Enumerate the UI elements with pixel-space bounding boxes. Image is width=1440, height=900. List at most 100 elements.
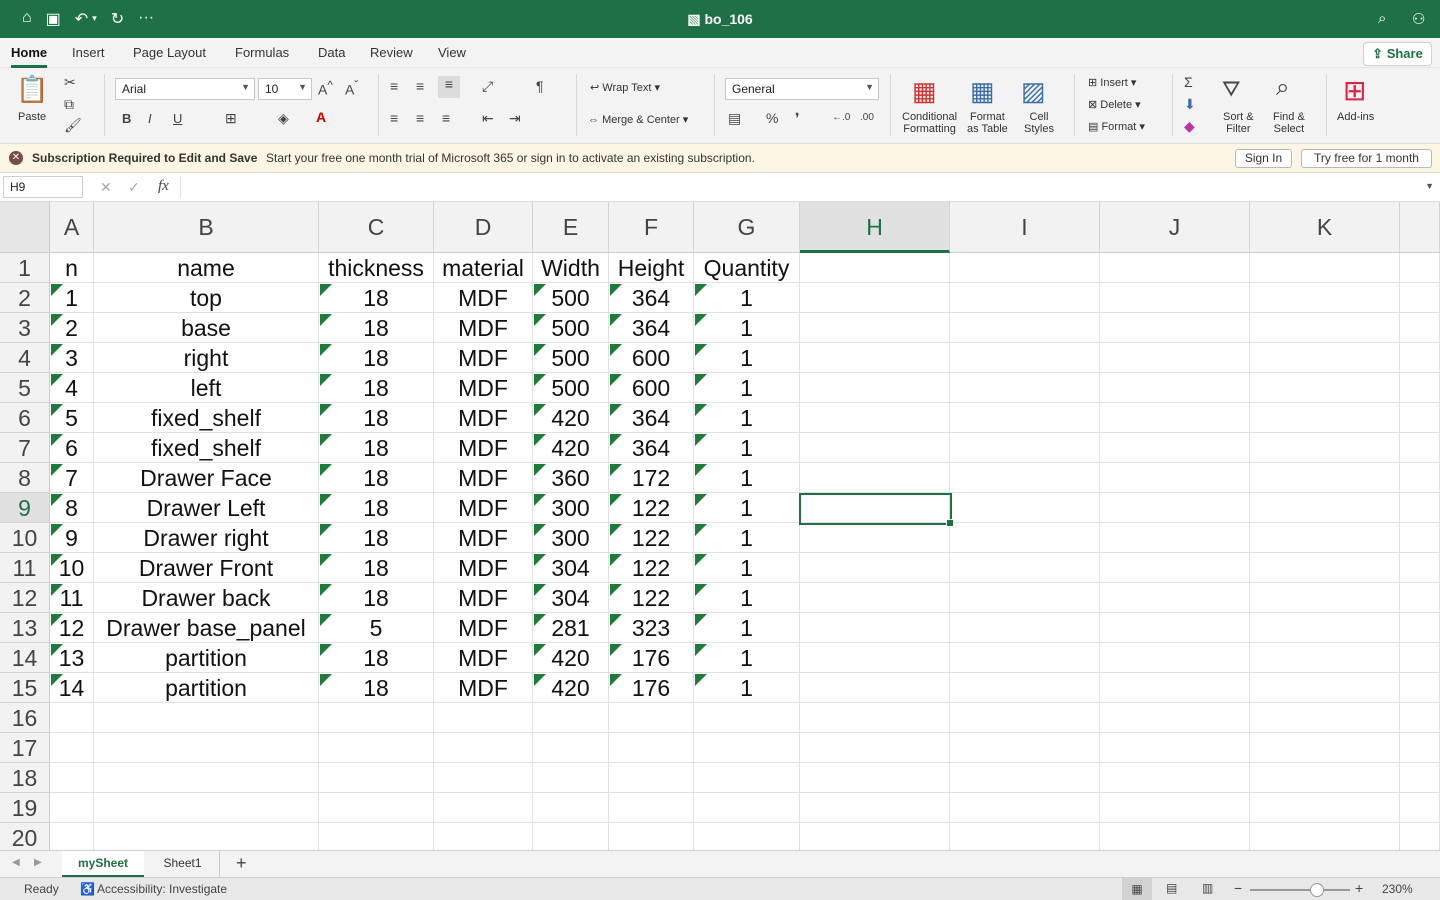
row-header-11[interactable]: 11 — [0, 553, 50, 583]
cell[interactable] — [1250, 703, 1400, 733]
table-cell[interactable]: 420 — [533, 403, 609, 433]
add-ins-icon[interactable]: ⊞ — [1343, 74, 1366, 107]
cell[interactable] — [800, 283, 950, 313]
share-button[interactable]: ⇪ Share — [1363, 42, 1432, 66]
cell[interactable] — [1400, 283, 1440, 313]
normal-view-icon[interactable]: ▦ — [1122, 878, 1152, 900]
cell[interactable] — [1400, 793, 1440, 823]
table-cell[interactable]: 1 — [694, 343, 800, 373]
table-cell[interactable]: 2 — [50, 313, 94, 343]
table-cell[interactable]: Drawer base_panel — [94, 613, 319, 643]
cell[interactable] — [434, 733, 533, 763]
table-cell[interactable]: 323 — [609, 613, 694, 643]
cell[interactable] — [1100, 703, 1250, 733]
table-cell[interactable]: 1 — [694, 613, 800, 643]
column-header-d[interactable]: D — [434, 202, 533, 253]
table-cell[interactable]: 360 — [533, 463, 609, 493]
table-cell[interactable]: MDF — [434, 403, 533, 433]
table-cell[interactable]: 8 — [50, 493, 94, 523]
accessibility-status[interactable]: Accessibility: Investigate — [97, 882, 227, 896]
cell[interactable] — [800, 373, 950, 403]
increase-decimal-icon[interactable]: ←.0 — [832, 112, 850, 123]
search-icon[interactable]: ⌕ — [1378, 10, 1386, 27]
cell[interactable] — [1400, 253, 1440, 283]
cell[interactable] — [1100, 373, 1250, 403]
table-cell[interactable]: 364 — [609, 313, 694, 343]
cell[interactable] — [50, 793, 94, 823]
table-cell[interactable]: 122 — [609, 583, 694, 613]
column-header-k[interactable]: K — [1250, 202, 1400, 253]
cell[interactable] — [533, 733, 609, 763]
table-cell[interactable]: 1 — [694, 673, 800, 703]
cell[interactable] — [1400, 463, 1440, 493]
copy-icon[interactable]: ⧉ — [64, 96, 74, 113]
row-header-3[interactable]: 3 — [0, 313, 50, 343]
table-cell[interactable]: 18 — [319, 313, 434, 343]
table-cell[interactable]: MDF — [434, 313, 533, 343]
paste-icon[interactable]: 📋 — [16, 74, 48, 105]
header-cell[interactable]: name — [94, 253, 319, 283]
decrease-indent-icon[interactable]: ⇤ — [482, 110, 494, 127]
cell[interactable] — [1250, 643, 1400, 673]
cell[interactable] — [1100, 673, 1250, 703]
cell[interactable] — [1400, 763, 1440, 793]
wrap-text-button[interactable]: ↩ Wrap Text ▾ — [590, 82, 660, 94]
cell[interactable] — [609, 823, 694, 850]
row-header-4[interactable]: 4 — [0, 343, 50, 373]
font-name-select[interactable]: Arial ▼ — [115, 78, 255, 100]
header-cell[interactable]: material — [434, 253, 533, 283]
cell[interactable] — [950, 673, 1100, 703]
cell[interactable] — [1100, 523, 1250, 553]
cell[interactable] — [1100, 343, 1250, 373]
cell[interactable] — [950, 733, 1100, 763]
table-cell[interactable]: 420 — [533, 643, 609, 673]
clear-icon[interactable]: ◆ — [1184, 118, 1195, 135]
cell[interactable] — [1100, 313, 1250, 343]
table-cell[interactable]: 1 — [694, 433, 800, 463]
cell[interactable] — [1100, 463, 1250, 493]
table-cell[interactable]: 600 — [609, 343, 694, 373]
cell[interactable] — [1400, 703, 1440, 733]
underline-button[interactable]: U — [173, 111, 182, 126]
table-cell[interactable]: fixed_shelf — [94, 403, 319, 433]
column-header-j[interactable]: J — [1100, 202, 1250, 253]
cell[interactable] — [434, 703, 533, 733]
cell[interactable] — [950, 613, 1100, 643]
cell[interactable] — [950, 343, 1100, 373]
cell[interactable] — [1250, 283, 1400, 313]
tab-data[interactable]: Data — [318, 45, 345, 60]
fx-label[interactable]: fx — [158, 178, 169, 195]
cell[interactable] — [1250, 343, 1400, 373]
cell[interactable] — [609, 703, 694, 733]
table-cell[interactable]: 122 — [609, 523, 694, 553]
cell[interactable] — [1100, 553, 1250, 583]
table-cell[interactable]: partition — [94, 643, 319, 673]
borders-icon[interactable]: ⊞ — [225, 110, 237, 127]
cancel-icon[interactable]: ✕ — [100, 179, 112, 196]
cell[interactable] — [950, 403, 1100, 433]
sheet-tab-sheet1[interactable]: Sheet1 — [146, 851, 220, 877]
cell[interactable] — [800, 523, 950, 553]
row-header-6[interactable]: 6 — [0, 403, 50, 433]
cell[interactable] — [1250, 433, 1400, 463]
table-cell[interactable]: Drawer right — [94, 523, 319, 553]
cell[interactable] — [800, 553, 950, 583]
cell[interactable] — [950, 763, 1100, 793]
header-cell[interactable]: Height — [609, 253, 694, 283]
table-cell[interactable]: 18 — [319, 523, 434, 553]
cell-styles-label[interactable]: Cell Styles — [1024, 111, 1054, 135]
table-cell[interactable]: 9 — [50, 523, 94, 553]
table-cell[interactable]: 172 — [609, 463, 694, 493]
table-cell[interactable]: base — [94, 313, 319, 343]
column-header-a[interactable]: A — [50, 202, 94, 253]
find-select-icon[interactable]: ⌕ — [1276, 74, 1289, 102]
header-cell[interactable]: thickness — [319, 253, 434, 283]
cell[interactable] — [533, 703, 609, 733]
cell[interactable] — [1250, 763, 1400, 793]
cell[interactable] — [319, 703, 434, 733]
table-cell[interactable]: Drawer back — [94, 583, 319, 613]
cell[interactable] — [694, 823, 800, 850]
zoom-slider-handle[interactable] — [1310, 883, 1324, 897]
cell[interactable] — [950, 463, 1100, 493]
orientation-icon[interactable]: ⤢ — [482, 78, 493, 95]
